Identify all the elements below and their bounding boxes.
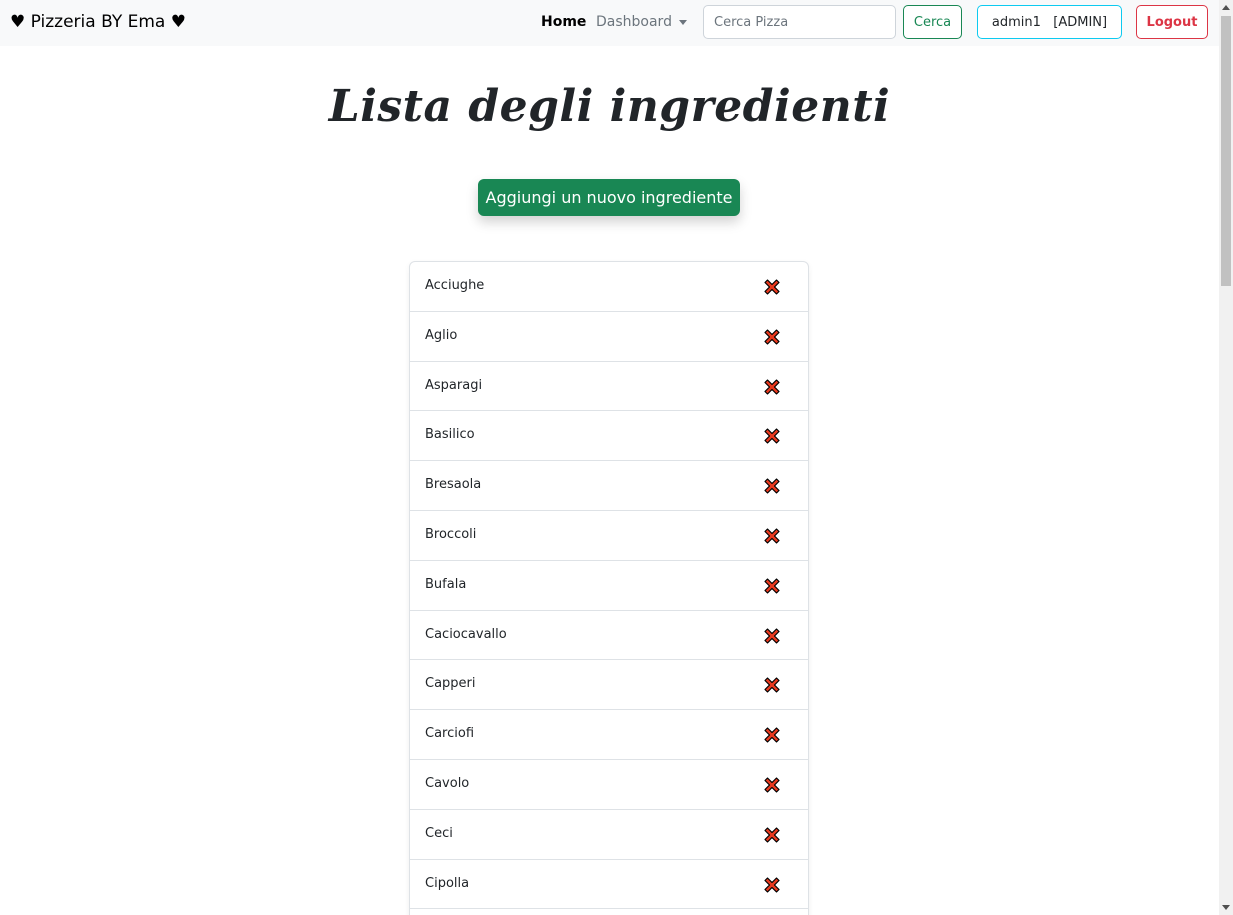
ingredient-name: Cipolla [425,875,470,891]
ingredient-row: Basilico [410,411,808,462]
ingredient-name: Caciocavallo [425,626,507,642]
ingredient-name: Acciughe [425,278,485,293]
ingredient-row: Broccoli [410,511,808,561]
ingredient-row: Aglio [410,312,808,362]
search-input[interactable] [703,5,896,39]
delete-icon[interactable] [762,377,782,397]
brand-logo[interactable]: ♥ Pizzeria BY Ema ♥ [10,10,186,34]
ingredient-row: Ceci [410,810,808,860]
ingredient-name: Aglio [425,327,458,343]
delete-icon[interactable] [762,675,782,695]
ingredient-row: Asparagi [410,362,808,412]
scroll-up-arrow-icon[interactable] [1222,5,1230,10]
delete-icon[interactable] [762,626,782,646]
nav-home-link[interactable]: Home [541,13,586,31]
delete-icon[interactable] [762,277,782,297]
ingredient-row: Acciughe [410,262,808,312]
ingredient-name: Basilico [425,427,475,443]
chevron-down-icon [678,19,687,25]
ingredient-row: Bresaola [410,461,808,511]
add-ingredient-button[interactable]: Aggiungi un nuovo ingrediente [478,179,740,216]
delete-icon[interactable] [762,476,782,496]
delete-icon[interactable] [762,576,782,596]
ingredient-row: Capperi [410,660,808,711]
ingredient-name: Cavolo [425,775,470,791]
page-title: Lista degli ingredienti [328,81,891,132]
ingredient-row: Caciocavallo [410,611,808,661]
delete-icon[interactable] [762,327,782,347]
ingredient-name: Bufala [425,576,467,592]
ingredient-row: Cavolo [410,760,808,810]
delete-icon[interactable] [762,526,782,546]
ingredient-row: Carciofi [410,710,808,760]
ingredient-list: Acciughe Aglio Asparagi Basilico Bresaola Bro… [409,261,809,915]
delete-icon[interactable] [762,725,782,745]
logout-button[interactable]: Logout [1136,5,1208,39]
ingredient-name: Ceci [425,825,453,841]
ingredient-row: Cipolla [410,860,808,910]
ingredient-name: Broccoli [425,526,477,542]
nav-dashboard-label: Dashboard [596,14,672,30]
delete-icon[interactable] [762,875,782,895]
ingredient-row: Bufala [410,561,808,611]
nav-dashboard-dropdown[interactable]: Dashboard [596,13,687,31]
delete-icon[interactable] [762,775,782,795]
navbar: ♥ Pizzeria BY Ema ♥ Home Dashboard Cerca… [0,0,1219,46]
ingredient-name: Asparagi [425,377,483,393]
user-button[interactable]: admin1 [ADMIN] [977,5,1122,39]
page: ♥ Pizzeria BY Ema ♥ Home Dashboard Cerca… [0,0,1233,915]
delete-icon[interactable] [762,426,782,446]
ingredient-name: Capperi [425,676,476,692]
scrollbar-thumb[interactable] [1221,16,1231,286]
scrollbar[interactable] [1219,0,1233,915]
scroll-down-arrow-icon[interactable] [1222,905,1230,910]
ingredient-name: Carciofi [425,726,475,742]
search-button[interactable]: Cerca [903,5,962,39]
ingredient-name: Bresaola [425,477,482,493]
delete-icon[interactable] [762,825,782,845]
